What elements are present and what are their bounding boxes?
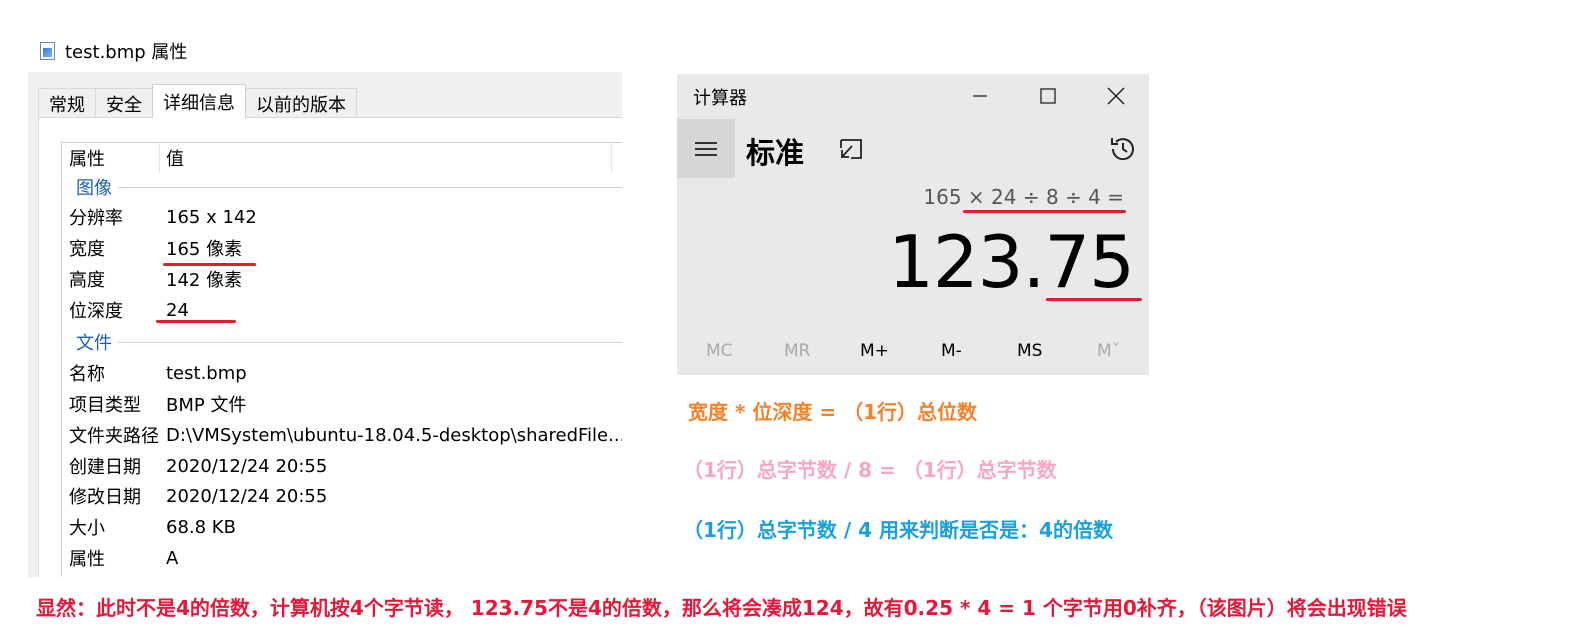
calculator-mode-title: 标准 — [746, 136, 805, 170]
history-icon — [1111, 138, 1134, 161]
minimize-icon — [973, 95, 987, 97]
calculator-result-display: 123.75 — [888, 220, 1135, 304]
maximize-icon — [1040, 88, 1056, 104]
calculator-title: 计算器 — [693, 88, 747, 109]
memory-list-button[interactable]: Mˇ — [1097, 336, 1120, 366]
property-row-name[interactable]: 名称 test.bmp — [62, 358, 622, 388]
properties-tabs: 常规 安全 详细信息 以前的版本 — [38, 84, 357, 118]
hamburger-menu-button[interactable] — [677, 119, 735, 178]
memory-add-button[interactable]: M+ — [860, 336, 889, 366]
tab-previous-versions[interactable]: 以前的版本 — [245, 88, 357, 118]
memory-recall-button[interactable]: MR — [784, 336, 810, 366]
properties-title-text: test.bmp 属性 — [65, 42, 188, 63]
property-row-height[interactable]: 高度 142 像素 — [62, 264, 622, 294]
close-icon — [1107, 87, 1125, 105]
property-row-size[interactable]: 大小 68.8 KB — [62, 512, 622, 542]
keep-on-top-button[interactable] — [838, 137, 864, 161]
property-row-width[interactable]: 宽度 165 像素 — [62, 233, 622, 263]
memory-clear-button[interactable]: MC — [706, 336, 733, 366]
tab-details[interactable]: 详细信息 — [152, 84, 246, 118]
maximize-button[interactable] — [1028, 79, 1068, 113]
annotation-total-bits: 宽度 * 位深度 = （1行）总位数 — [688, 400, 977, 424]
group-header-file: 文件 — [62, 330, 622, 354]
bmp-file-icon — [40, 42, 55, 60]
hamburger-icon — [695, 141, 717, 156]
property-row-folder-path[interactable]: 文件夹路径 D:\VMSystem\ubuntu-18.04.5-desktop… — [62, 420, 622, 450]
property-row-bit-depth[interactable]: 位深度 24 — [62, 295, 622, 325]
group-header-image: 图像 — [62, 175, 622, 199]
column-header-value[interactable]: 值 — [160, 143, 612, 173]
properties-window-title: test.bmp 属性 — [40, 38, 187, 64]
tab-security[interactable]: 安全 — [95, 88, 153, 118]
underline-result-decimals — [1046, 298, 1142, 301]
annotation-multiple-of-4: （1行）总字节数 / 4 用来判断是否是：4的倍数 — [683, 518, 1113, 542]
keep-on-top-icon — [840, 139, 862, 159]
history-button[interactable] — [1108, 134, 1138, 164]
property-row-item-type[interactable]: 项目类型 BMP 文件 — [62, 389, 622, 419]
annotation-total-bytes: （1行）总字节数 / 8 = （1行）总字节数 — [683, 458, 1057, 482]
minimize-button[interactable] — [960, 79, 1000, 113]
memory-subtract-button[interactable]: M- — [941, 336, 962, 366]
memory-button-row: MC MR M+ M- MS Mˇ — [677, 336, 1149, 366]
underline-width-value — [163, 263, 256, 266]
calculator-titlebar[interactable] — [677, 74, 1149, 118]
tab-general[interactable]: 常规 — [38, 88, 96, 118]
property-row-resolution[interactable]: 分辨率 165 x 142 — [62, 202, 622, 232]
calculator-expression: 165 × 24 ÷ 8 ÷ 4 = — [923, 185, 1124, 209]
underline-bit-depth-value — [156, 320, 236, 323]
column-header-property[interactable]: 属性 — [62, 143, 160, 173]
memory-store-button[interactable]: MS — [1017, 336, 1042, 366]
property-row-modified[interactable]: 修改日期 2020/12/24 20:55 — [62, 481, 622, 511]
close-button[interactable] — [1096, 79, 1136, 113]
property-row-attributes[interactable]: 属性 A — [62, 543, 622, 573]
property-row-created[interactable]: 创建日期 2020/12/24 20:55 — [62, 451, 622, 481]
underline-expression — [963, 210, 1126, 213]
conclusion-text: 显然：此时不是4的倍数，计算机按4个字节读， 123.75不是4的倍数，那么将会… — [36, 596, 1407, 620]
details-list-header: 属性 值 — [62, 143, 622, 173]
